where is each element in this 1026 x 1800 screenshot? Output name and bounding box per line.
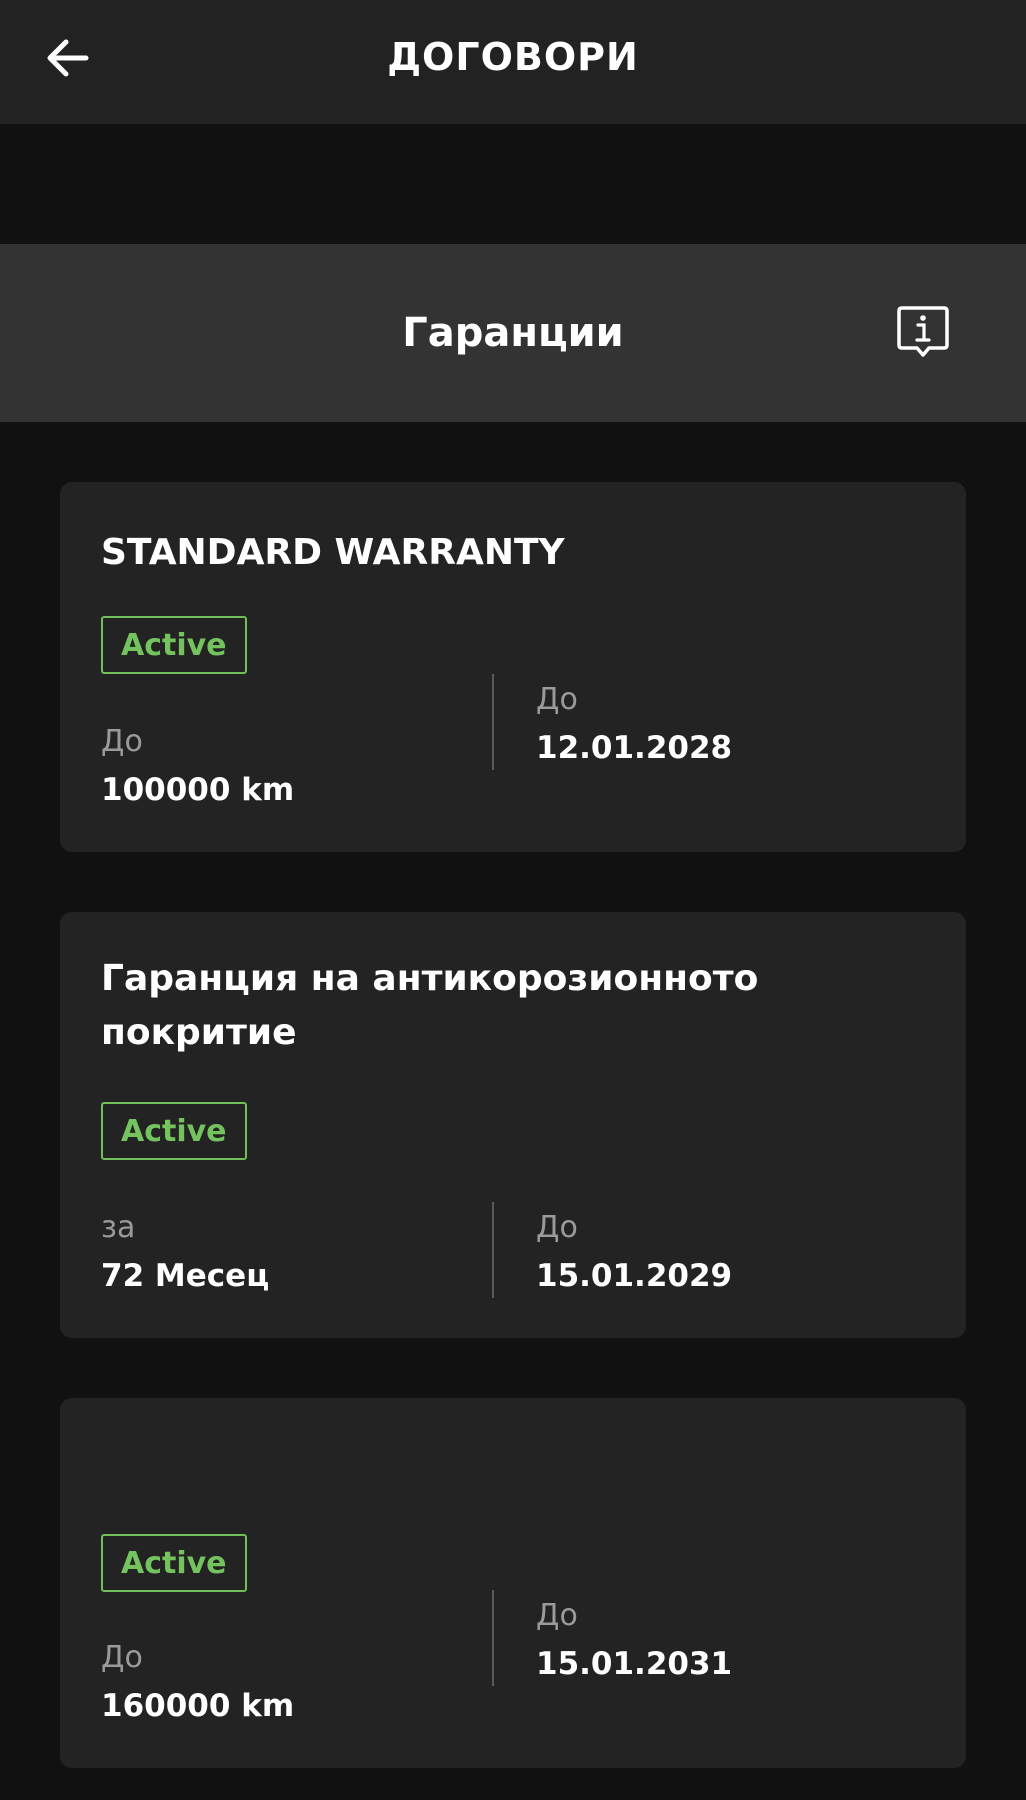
field-value: 160000 km bbox=[101, 1688, 295, 1724]
warranty-card[interactable]: Гаранция на антикорозионното покритие Ac… bbox=[60, 912, 966, 1338]
warranty-card[interactable]: Active До 160000 km До 15.01.2031 bbox=[60, 1398, 966, 1768]
status-badge: Active bbox=[101, 616, 247, 674]
field-label: До bbox=[101, 724, 143, 759]
divider bbox=[492, 1590, 494, 1686]
warranty-card[interactable]: STANDARD WARRANTY Active До 100000 km До… bbox=[60, 482, 966, 852]
arrow-left-icon bbox=[47, 39, 89, 77]
divider bbox=[492, 1202, 494, 1298]
date-field: До 15.01.2029 bbox=[536, 1208, 732, 1296]
info-button[interactable] bbox=[896, 304, 950, 360]
field-value: 100000 km bbox=[101, 772, 295, 808]
status-badge: Active bbox=[101, 1102, 247, 1160]
section-title: Гаранции bbox=[402, 310, 624, 356]
divider bbox=[492, 674, 494, 770]
status-badge: Active bbox=[101, 1534, 247, 1592]
warranty-title: STANDARD WARRANTY bbox=[101, 532, 565, 573]
field-value: 12.01.2028 bbox=[536, 730, 733, 766]
field-label: До bbox=[536, 682, 578, 717]
info-icon bbox=[897, 306, 949, 357]
date-field: До 12.01.2028 bbox=[536, 680, 732, 768]
section-header: Гаранции bbox=[0, 244, 1026, 422]
mileage-field: До 160000 km bbox=[101, 1638, 294, 1726]
page-title: ДОГОВОРИ bbox=[387, 35, 639, 79]
field-label: До bbox=[101, 1640, 143, 1675]
field-value: 15.01.2029 bbox=[536, 1258, 733, 1294]
field-label: До bbox=[536, 1210, 578, 1245]
back-button[interactable] bbox=[40, 30, 96, 86]
field-value: 15.01.2031 bbox=[536, 1646, 733, 1682]
date-field: До 15.01.2031 bbox=[536, 1596, 732, 1684]
duration-field: за 72 Месец bbox=[101, 1208, 269, 1296]
field-value: 72 Месец bbox=[101, 1258, 270, 1294]
field-label: До bbox=[536, 1598, 578, 1633]
field-label: за bbox=[101, 1210, 136, 1245]
warranty-title: Гаранция на антикорозионното покритие bbox=[101, 958, 759, 1053]
mileage-field: До 100000 km bbox=[101, 722, 294, 810]
top-bar: ДОГОВОРИ bbox=[0, 0, 1026, 124]
